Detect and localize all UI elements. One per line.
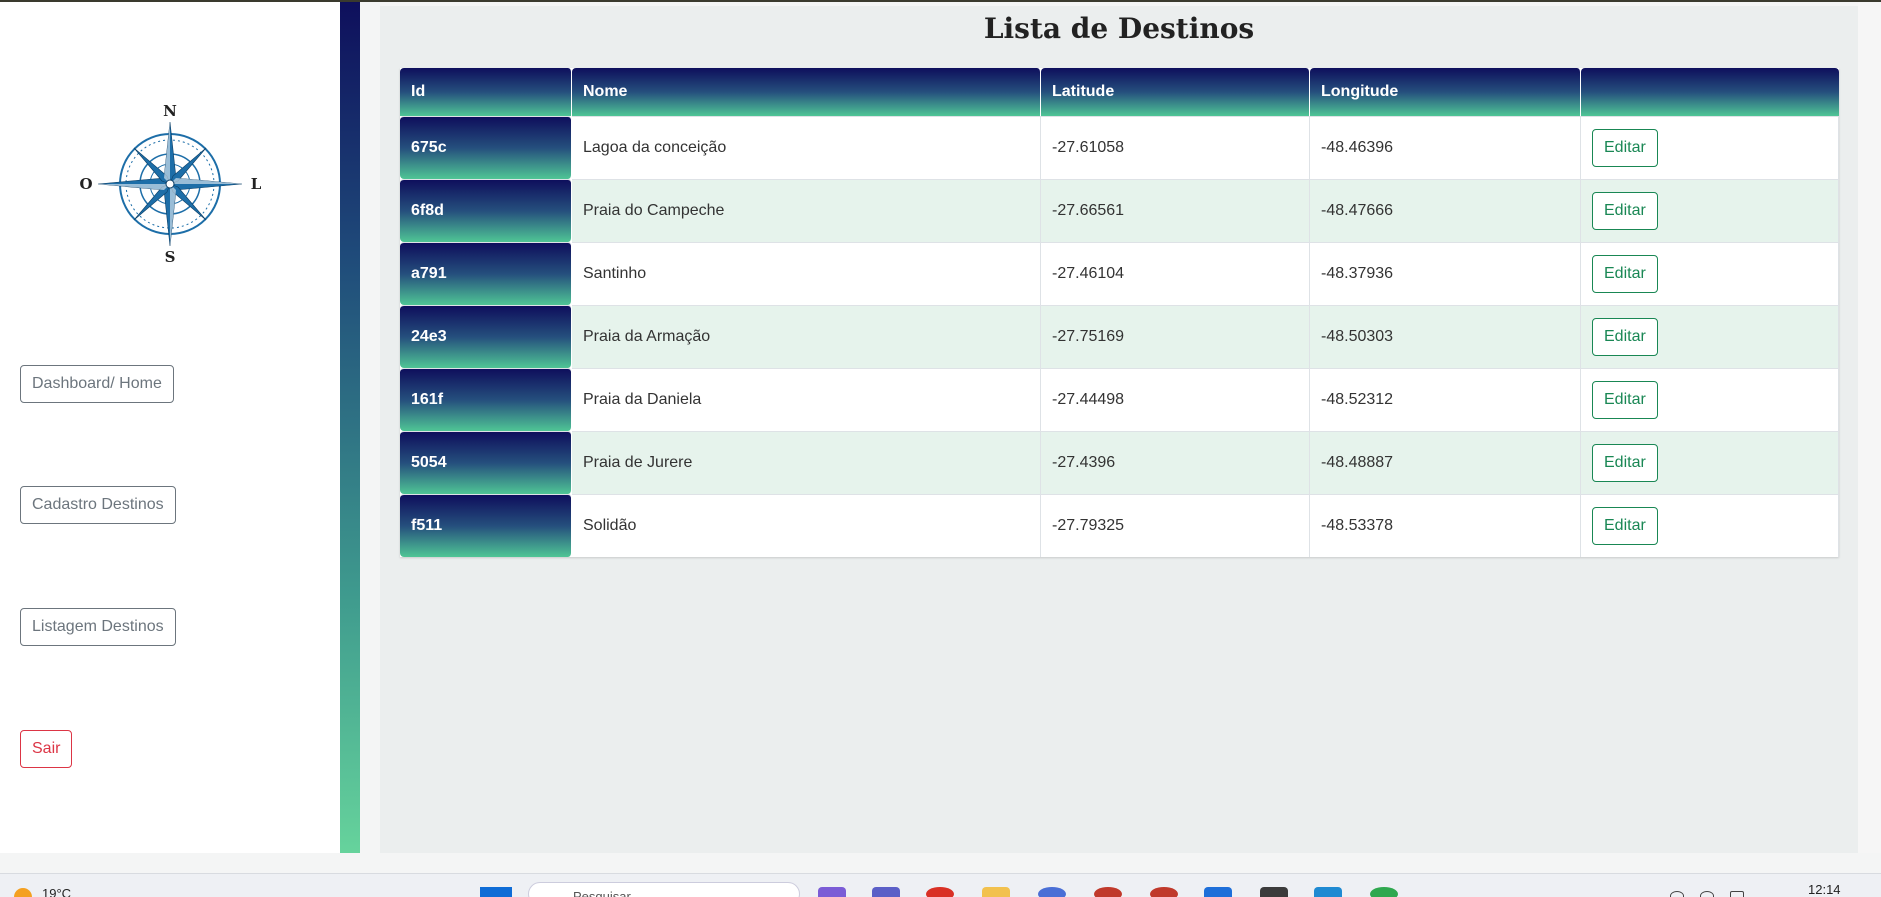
cell-latitude: -27.61058 (1041, 116, 1310, 179)
page-title: Lista de Destinos (983, 12, 1255, 45)
column-header-latitude: Latitude (1041, 68, 1310, 116)
cell-latitude: -27.75169 (1041, 305, 1310, 368)
table-row: 24e3 Praia da Armação -27.75169 -48.5030… (400, 305, 1839, 368)
battery-icon[interactable] (1730, 891, 1744, 897)
app-icon[interactable] (1038, 887, 1066, 897)
table-row: 6f8d Praia do Campeche -27.66561 -48.476… (400, 179, 1839, 242)
taskbar-clock[interactable]: 12:14 (1808, 882, 1841, 897)
cell-actions: Editar (1581, 431, 1839, 494)
cell-longitude: -48.48887 (1310, 431, 1581, 494)
weather-temperature: 19°C (42, 885, 72, 897)
edit-button[interactable]: Editar (1592, 129, 1658, 167)
edit-button[interactable]: Editar (1592, 255, 1658, 293)
weather-widget[interactable]: 19°C (14, 880, 71, 897)
cell-longitude: -48.37936 (1310, 242, 1581, 305)
sidebar-gradient-divider (340, 2, 360, 853)
table-header-row: Id Nome Latitude Longitude (400, 68, 1839, 116)
cell-id: f511 (400, 494, 572, 557)
teams-icon[interactable] (872, 887, 900, 897)
weather-sun-icon (14, 888, 32, 897)
column-header-nome: Nome (572, 68, 1041, 116)
cell-actions: Editar (1581, 494, 1839, 557)
cell-actions: Editar (1581, 368, 1839, 431)
edit-button[interactable]: Editar (1592, 507, 1658, 545)
copilot-icon[interactable] (818, 887, 846, 897)
cell-latitude: -27.4396 (1041, 431, 1310, 494)
compass-east-letter: L (251, 175, 262, 193)
cell-nome: Praia do Campeche (572, 179, 1041, 242)
taskbar-search-input[interactable]: Pesquisar (528, 882, 800, 897)
cell-id: a791 (400, 242, 572, 305)
nav-dashboard-button[interactable]: Dashboard/ Home (20, 365, 174, 403)
browser-icon[interactable] (1370, 887, 1398, 897)
vscode-icon[interactable] (1314, 887, 1342, 897)
chrome-profile-2-icon[interactable] (1150, 887, 1178, 897)
column-header-actions (1581, 68, 1839, 116)
edit-button[interactable]: Editar (1592, 444, 1658, 482)
file-explorer-icon[interactable] (982, 887, 1010, 897)
compass-south-letter: S (165, 248, 176, 266)
windows-start-icon[interactable] (480, 887, 512, 897)
cell-id: 6f8d (400, 179, 572, 242)
cell-id: 675c (400, 116, 572, 179)
volume-icon[interactable] (1700, 891, 1714, 897)
cell-longitude: -48.53378 (1310, 494, 1581, 557)
cell-nome: Praia de Jurere (572, 431, 1041, 494)
logout-button[interactable]: Sair (20, 730, 73, 768)
cell-nome: Praia da Armação (572, 305, 1041, 368)
cell-latitude: -27.79325 (1041, 494, 1310, 557)
destinations-table: Id Nome Latitude Longitude 675c Lagoa da… (400, 68, 1839, 557)
cell-latitude: -27.46104 (1041, 242, 1310, 305)
chrome-profile-icon[interactable] (1094, 887, 1122, 897)
compass-rose-logo: N S O L (79, 102, 262, 266)
terminal-icon[interactable] (1260, 887, 1288, 897)
cell-id: 5054 (400, 431, 572, 494)
column-header-id: Id (400, 68, 572, 116)
cell-longitude: -48.46396 (1310, 116, 1581, 179)
compass-west-letter: O (79, 175, 92, 193)
table-row: a791 Santinho -27.46104 -48.37936 Editar (400, 242, 1839, 305)
cell-nome: Lagoa da conceição (572, 116, 1041, 179)
cell-actions: Editar (1581, 179, 1839, 242)
edit-button[interactable]: Editar (1592, 318, 1658, 356)
cell-actions: Editar (1581, 305, 1839, 368)
cell-id: 161f (400, 368, 572, 431)
sidebar: N S O L Dashboard/ Home Cadastro Destino… (0, 2, 340, 853)
edit-button[interactable]: Editar (1592, 192, 1658, 230)
cell-id: 24e3 (400, 305, 572, 368)
cell-latitude: -27.66561 (1041, 179, 1310, 242)
cell-longitude: -48.50303 (1310, 305, 1581, 368)
edit-button[interactable]: Editar (1592, 381, 1658, 419)
cell-longitude: -48.52312 (1310, 368, 1581, 431)
main-content: Lista de Destinos Id Nome Latitude Longi… (380, 6, 1858, 853)
os-taskbar: 19°C Pesquisar 12:14 (0, 873, 1881, 897)
cell-actions: Editar (1581, 116, 1839, 179)
cell-nome: Solidão (572, 494, 1041, 557)
table-row: f511 Solidão -27.79325 -48.53378 Editar (400, 494, 1839, 557)
chrome-icon[interactable] (926, 887, 954, 897)
outlook-icon[interactable] (1204, 887, 1232, 897)
nav-listagem-destinos-button[interactable]: Listagem Destinos (20, 608, 176, 646)
cell-longitude: -48.47666 (1310, 179, 1581, 242)
window-right-edge (1858, 2, 1881, 853)
cell-actions: Editar (1581, 242, 1839, 305)
cell-nome: Praia da Daniela (572, 368, 1041, 431)
nav-cadastro-destinos-button[interactable]: Cadastro Destinos (20, 486, 176, 524)
compass-north-letter: N (163, 102, 177, 120)
cell-nome: Santinho (572, 242, 1041, 305)
cell-latitude: -27.44498 (1041, 368, 1310, 431)
network-icon[interactable] (1670, 891, 1684, 897)
table-row: 5054 Praia de Jurere -27.4396 -48.48887 … (400, 431, 1839, 494)
column-header-longitude: Longitude (1310, 68, 1581, 116)
table-row: 675c Lagoa da conceição -27.61058 -48.46… (400, 116, 1839, 179)
table-row: 161f Praia da Daniela -27.44498 -48.5231… (400, 368, 1839, 431)
